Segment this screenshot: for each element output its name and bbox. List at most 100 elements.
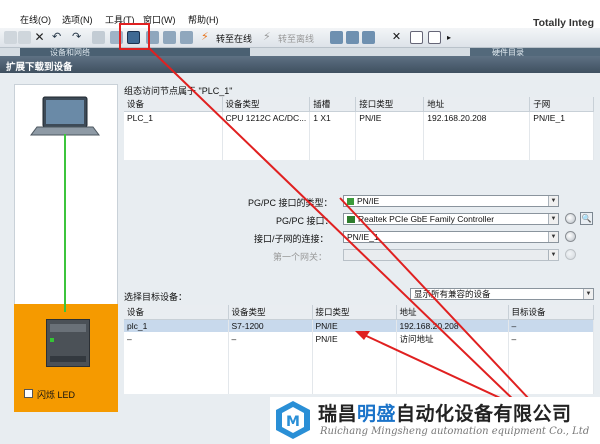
menu-tools[interactable]: 工具(T) (105, 13, 135, 26)
col-device-type: 设备类型 (228, 305, 313, 320)
cell-interface-type: PN/IE (355, 111, 425, 124)
cell-subnet: PN/IE_1 (529, 111, 594, 124)
go-online-button[interactable]: 转至在线 (216, 32, 252, 45)
paste-icon[interactable] (110, 31, 123, 44)
col-address: 地址 (396, 305, 509, 320)
network-link-line (64, 134, 66, 312)
search-icon[interactable]: 🔍 (580, 212, 593, 225)
more-icon[interactable]: ▸ (447, 31, 460, 44)
network-card-icon (347, 216, 355, 224)
device-filter-select[interactable]: 显示所有兼容的设备 ▼ (410, 288, 594, 300)
table-row[interactable]: PLC_1 CPU 1212C AC/DC... 1 X1 PN/IE 192.… (124, 111, 594, 124)
delete-icon[interactable]: ✕ (33, 31, 46, 44)
config-access-table: 设备 设备类型 插槽 接口类型 地址 子网 PLC_1 CPU 1212C AC… (124, 97, 594, 160)
cell-target-device: – (508, 332, 594, 346)
cross-reference-icon[interactable] (346, 31, 359, 44)
menubar: 在线(O) 选项(N) 工具(T) 窗口(W) 帮助(H) Totally In… (0, 0, 600, 29)
menu-window[interactable]: 窗口(W) (143, 13, 176, 26)
col-subnet: 子网 (529, 97, 594, 112)
col-slot: 插槽 (309, 97, 357, 112)
gateway-select[interactable]: ▼ (343, 249, 559, 261)
cell-address: 192.168.20.208 (423, 111, 531, 124)
cell-device: – (124, 332, 229, 346)
pgpc-interface-label: PG/PC 接口： (276, 216, 334, 226)
target-table-header: 设备 设备类型 接口类型 地址 目标设备 (124, 305, 594, 320)
chevron-down-icon[interactable]: ▼ (548, 250, 558, 260)
company-name-highlight: 明盛 (357, 404, 397, 425)
target-device-table: 设备 设备类型 接口类型 地址 目标设备 plc_1 S7-1200 PN/IE… (124, 305, 594, 394)
col-target-device: 目标设备 (508, 305, 594, 320)
network-port-icon (347, 198, 354, 206)
menu-online[interactable]: 在线(O) (20, 13, 51, 26)
config-section-title: 组态访问节点属于 "PLC_1" (124, 86, 233, 96)
chevron-down-icon[interactable]: ▼ (548, 196, 558, 206)
chevron-down-icon[interactable]: ▼ (583, 289, 593, 299)
copy-icon[interactable] (18, 31, 31, 44)
menu-help[interactable]: 帮助(H) (188, 13, 219, 26)
download-to-device-icon[interactable] (127, 31, 140, 44)
go-offline-button[interactable]: 转至离线 (278, 32, 314, 45)
table-row[interactable]: – – PN/IE 访问地址 – (124, 332, 594, 346)
pgpc-interface-type-value: PN/IE (357, 196, 380, 206)
cell-address: 192.168.20.208 (396, 319, 509, 332)
compile-icon[interactable] (92, 31, 105, 44)
menu-options[interactable]: 选项(N) (62, 13, 93, 26)
pgpc-interface-type-select[interactable]: PN/IE ▼ (343, 195, 559, 207)
cell-target-device: – (508, 319, 594, 332)
start-cpu-icon[interactable] (180, 31, 193, 44)
split-vertical-icon[interactable] (428, 31, 441, 44)
company-name-post: 自动化设备有限公司 (396, 404, 572, 425)
plc-module-icon (46, 319, 90, 367)
interface-properties-icon[interactable] (565, 213, 576, 224)
simulation-icon[interactable] (163, 31, 176, 44)
col-interface-type: 接口类型 (355, 97, 425, 112)
plc-device-panel: 闪烁 LED (14, 304, 118, 412)
chevron-down-icon[interactable]: ▼ (548, 232, 558, 242)
company-logo-icon: M (276, 401, 310, 439)
go-offline-icon[interactable]: ⚡ (263, 31, 276, 44)
table-row[interactable]: plc_1 S7-1200 PN/IE 192.168.20.208 – (124, 319, 594, 332)
cell-device-type: – (228, 332, 313, 346)
undo-icon[interactable]: ↶ (52, 31, 65, 44)
gateway-properties-icon[interactable] (565, 249, 576, 260)
col-device: 设备 (124, 97, 223, 112)
company-name-english: Ruichang Mingsheng automation equipment … (320, 426, 590, 437)
company-name-pre: 瑞昌 (318, 404, 358, 425)
connection-select[interactable]: PN/IE_1 ▼ (343, 231, 559, 243)
laptop-icon (30, 96, 100, 136)
pgpc-interface-type-label: PG/PC 接口的类型： (248, 198, 333, 208)
accessible-devices-icon[interactable] (330, 31, 343, 44)
cut-icon[interactable] (4, 31, 17, 44)
pg-device-panel (14, 84, 118, 306)
upload-icon[interactable] (146, 31, 159, 44)
device-filter-value: 显示所有兼容的设备 (414, 289, 491, 299)
cell-interface-type: PN/IE (312, 332, 397, 346)
pgpc-interface-value: Realtek PCIe GbE Family Controller (358, 214, 495, 224)
go-online-icon[interactable]: ⚡ (201, 31, 214, 44)
connection-properties-icon[interactable] (565, 231, 576, 242)
cell-address: 访问地址 (396, 332, 509, 346)
cell-slot: 1 X1 (309, 111, 357, 124)
toolbar: ✕ ↶ ↷ ⚡ 转至在线 ⚡ 转至离线 ✕ ▸ (0, 28, 600, 48)
dialog-titlebar: 扩展下载到设备 (0, 56, 600, 73)
dialog-title: 扩展下载到设备 (6, 62, 73, 73)
company-name: 瑞昌明盛自动化设备有限公司 (318, 399, 572, 426)
gateway-label: 第一个网关： (273, 252, 328, 262)
chevron-down-icon[interactable]: ▼ (548, 214, 558, 224)
svg-text:M: M (286, 414, 300, 430)
flash-led-checkbox[interactable] (24, 389, 33, 398)
col-interface-type: 接口类型 (312, 305, 397, 320)
monitor-icon[interactable] (362, 31, 375, 44)
config-table-header: 设备 设备类型 插槽 接口类型 地址 子网 (124, 97, 594, 112)
col-device-type: 设备类型 (222, 97, 311, 112)
pgpc-interface-select[interactable]: Realtek PCIe GbE Family Controller ▼ (343, 213, 559, 225)
col-device: 设备 (124, 305, 229, 320)
connection-value: PN/IE_1 (347, 232, 379, 242)
split-horizontal-icon[interactable] (410, 31, 423, 44)
redo-icon[interactable]: ↷ (72, 31, 85, 44)
target-section-title: 选择目标设备： (124, 292, 188, 302)
cell-interface-type: PN/IE (312, 319, 397, 332)
col-address: 地址 (423, 97, 531, 112)
cell-device-type: S7-1200 (228, 319, 313, 332)
close-all-icon[interactable]: ✕ (390, 31, 403, 44)
